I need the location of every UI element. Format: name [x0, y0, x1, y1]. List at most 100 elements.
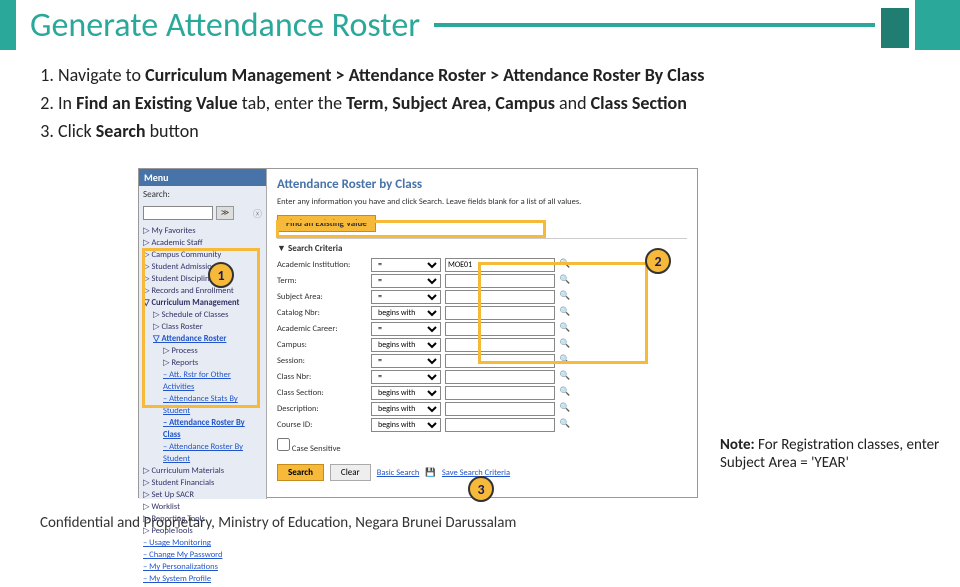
close-icon[interactable]: ⓧ: [253, 207, 262, 220]
title-rule: [434, 23, 875, 27]
lookup-icon[interactable]: 🔍: [559, 323, 571, 335]
tree-item[interactable]: ▷ Student Admissions: [143, 261, 262, 273]
tree-item[interactable]: ▷ Class Roster: [143, 321, 262, 333]
tree-item[interactable]: – My System Profile: [143, 573, 262, 585]
lookup-icon[interactable]: 🔍: [559, 355, 571, 367]
operator-select[interactable]: begins with: [371, 386, 441, 400]
field-label: Class Nbr:: [277, 372, 367, 382]
tree-item[interactable]: – Att. Rstr for Other Activities: [143, 369, 262, 393]
clear-button[interactable]: Clear: [330, 464, 371, 481]
operator-select[interactable]: =: [371, 322, 441, 336]
tree-item[interactable]: ▷ Campus Community: [143, 249, 262, 261]
tree-item[interactable]: – Attendance Stats By Student: [143, 393, 262, 417]
nav-menu: Menu Search: ≫ ⓧ ▷ My Favorites ▷ Academ…: [139, 169, 267, 499]
field-label: Class Section:: [277, 388, 367, 398]
tree-item[interactable]: – Attendance Roster By Student: [143, 441, 262, 465]
field-label: Subject Area:: [277, 292, 367, 302]
operator-select[interactable]: begins with: [371, 338, 441, 352]
tree-item[interactable]: ▷ Worklist: [143, 501, 262, 513]
operator-select[interactable]: =: [371, 290, 441, 304]
field-label: Catalog Nbr:: [277, 308, 367, 318]
operator-select[interactable]: =: [371, 370, 441, 384]
note-box: Note: For Registration classes, enter Su…: [720, 436, 940, 472]
criteria-input[interactable]: [445, 306, 555, 320]
content-area: Attendance Roster by Class Enter any inf…: [267, 169, 697, 499]
criteria-input[interactable]: [445, 370, 555, 384]
criteria-input[interactable]: [445, 402, 555, 416]
tree-item[interactable]: ▷ Records and Enrollment: [143, 285, 262, 297]
field-label: Academic Career:: [277, 324, 367, 334]
criteria-input[interactable]: [445, 274, 555, 288]
tree-item-ar[interactable]: ▽ Attendance Roster: [143, 333, 262, 345]
operator-select[interactable]: begins with: [371, 306, 441, 320]
criteria-input[interactable]: [445, 322, 555, 336]
basic-search-link[interactable]: Basic Search: [377, 468, 420, 478]
case-sensitive-checkbox[interactable]: [277, 438, 290, 451]
criteria-input[interactable]: [445, 418, 555, 432]
lookup-icon[interactable]: 🔍: [559, 307, 571, 319]
menu-search-input[interactable]: [143, 206, 213, 220]
marker-2: 2: [645, 248, 671, 274]
footer-text: Confidential and Proprietary, Ministry o…: [40, 514, 516, 532]
menu-search-row: Search:: [139, 186, 266, 203]
title-accent: [0, 0, 16, 50]
field-label: Session:: [277, 356, 367, 366]
menu-header: Menu: [139, 169, 266, 186]
lookup-icon[interactable]: 🔍: [559, 275, 571, 287]
menu-search-go[interactable]: ≫: [216, 206, 234, 220]
tree-item[interactable]: ▷ Reports: [143, 357, 262, 369]
operator-select[interactable]: =: [371, 274, 441, 288]
criteria-input[interactable]: [445, 290, 555, 304]
lookup-icon[interactable]: 🔍: [559, 291, 571, 303]
tree-item-selected[interactable]: – Attendance Roster By Class: [143, 417, 262, 441]
lookup-icon[interactable]: 🔍: [559, 339, 571, 351]
field-label: Description:: [277, 404, 367, 414]
screenshot-panel: Menu Search: ≫ ⓧ ▷ My Favorites ▷ Academ…: [138, 168, 698, 498]
tab-find-existing[interactable]: Find an Existing Value: [277, 215, 376, 232]
lookup-icon[interactable]: 🔍: [559, 387, 571, 399]
tree-item[interactable]: – My Personalizations: [143, 561, 262, 573]
criteria-input[interactable]: [445, 338, 555, 352]
field-label: Campus:: [277, 340, 367, 350]
operator-select[interactable]: begins with: [371, 418, 441, 432]
tree-item[interactable]: ▷ Academic Staff: [143, 237, 262, 249]
tree-item[interactable]: ▷ My Favorites: [143, 225, 262, 237]
marker-3: 3: [468, 476, 494, 502]
operator-select[interactable]: begins with: [371, 402, 441, 416]
tree-item[interactable]: ▷ Student Discipline: [143, 273, 262, 285]
search-criteria-header[interactable]: ▼ Search Criteria: [277, 238, 687, 254]
step-3: Click Search button: [58, 120, 920, 142]
operator-select[interactable]: =: [371, 354, 441, 368]
operator-select[interactable]: =: [371, 258, 441, 272]
criteria-input[interactable]: [445, 258, 555, 272]
tree-item[interactable]: ▷ Student Financials: [143, 477, 262, 489]
lookup-icon[interactable]: 🔍: [559, 403, 571, 415]
title-bar: Generate Attendance Roster: [0, 0, 960, 50]
tree-item[interactable]: – Change My Password: [143, 549, 262, 561]
lookup-icon[interactable]: 🔍: [559, 259, 571, 271]
search-button[interactable]: Search: [277, 464, 324, 481]
case-sensitive-row: Case Sensitive: [277, 438, 687, 454]
menu-tree: ▷ My Favorites ▷ Academic Staff ▷ Campus…: [139, 223, 266, 587]
lookup-icon[interactable]: 🔍: [559, 371, 571, 383]
tree-item-cm[interactable]: ▽ Curriculum Management: [143, 297, 262, 309]
save-icon: 💾: [425, 468, 436, 478]
criteria-input[interactable]: [445, 354, 555, 368]
step-1: Navigate to Curriculum Management > Atte…: [58, 64, 920, 86]
title-decor: [881, 8, 909, 48]
criteria-input[interactable]: [445, 386, 555, 400]
lookup-icon[interactable]: 🔍: [559, 419, 571, 431]
tree-item[interactable]: ▷ Process: [143, 345, 262, 357]
title-decor: [915, 0, 960, 50]
search-label: Search:: [143, 189, 170, 200]
tree-item[interactable]: ▷ Curriculum Materials: [143, 465, 262, 477]
tree-item[interactable]: – Usage Monitoring: [143, 537, 262, 549]
field-label: Academic Institution:: [277, 260, 367, 270]
field-label: Course ID:: [277, 420, 367, 430]
tree-item[interactable]: ▷ Set Up SACR: [143, 489, 262, 501]
steps-list: Navigate to Curriculum Management > Atte…: [0, 50, 960, 158]
tree-item[interactable]: ▷ Schedule of Classes: [143, 309, 262, 321]
field-label: Term:: [277, 276, 367, 286]
page-title: Attendance Roster by Class: [277, 177, 687, 192]
page-subtitle: Enter any information you have and click…: [277, 197, 687, 207]
